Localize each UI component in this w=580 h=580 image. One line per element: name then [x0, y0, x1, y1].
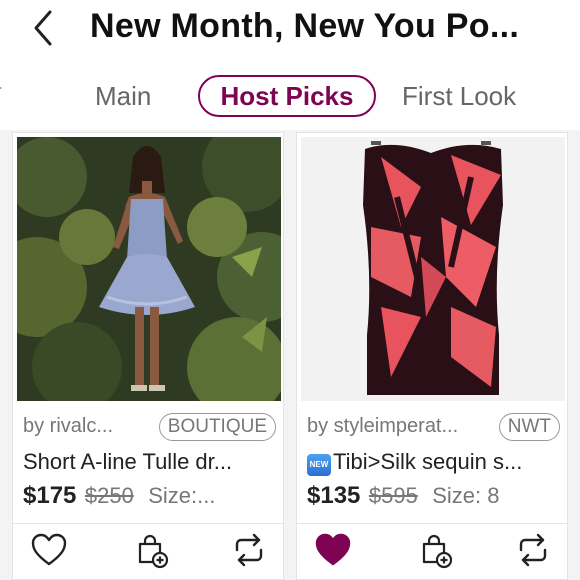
listing-card[interactable]: by rivalc... BOUTIQUE Short A-line Tulle…	[12, 132, 284, 580]
listing-card[interactable]: by styleimperat... NWT NEW Tibi>Silk sequ…	[296, 132, 568, 580]
heart-filled-icon	[315, 533, 351, 566]
price-row: $175 $250 Size:...	[23, 479, 216, 513]
tab-bar: T Main Host Picks First Look	[0, 62, 580, 130]
divider	[297, 523, 567, 524]
app-header: New Month, New You Po...	[0, 0, 580, 56]
share-icon	[235, 533, 263, 567]
share-icon	[519, 533, 547, 567]
share-button[interactable]	[227, 528, 271, 572]
dress-photo-image	[301, 137, 565, 401]
tab-main[interactable]: Main	[95, 75, 151, 117]
divider	[13, 523, 283, 524]
listing-title-text: Tibi>Silk sequin s...	[333, 449, 523, 474]
chevron-left-icon	[34, 10, 52, 46]
heart-icon	[31, 533, 67, 566]
original-price: $250	[84, 483, 134, 508]
back-button[interactable]	[26, 8, 60, 48]
add-to-bundle-button[interactable]	[413, 528, 457, 572]
listing-meta: by rivalc... BOUTIQUE	[23, 411, 278, 445]
listing-photo[interactable]	[17, 137, 281, 401]
dress-photo-image	[17, 137, 281, 401]
nwt-badge: NWT	[498, 413, 560, 441]
seller-name[interactable]: by styleimperat...	[307, 411, 458, 441]
tab-partial[interactable]: T	[0, 75, 2, 117]
add-to-bundle-button[interactable]	[129, 528, 173, 572]
listing-meta: by styleimperat... NWT	[307, 411, 562, 445]
tab-first-look[interactable]: First Look	[402, 75, 516, 117]
like-button[interactable]	[311, 528, 355, 572]
listing-photo[interactable]	[301, 137, 565, 401]
share-button[interactable]	[511, 528, 555, 572]
like-button[interactable]	[27, 528, 71, 572]
page-title: New Month, New You Po...	[90, 7, 520, 45]
seller-name[interactable]: by rivalc...	[23, 411, 113, 441]
boutique-badge: BOUTIQUE	[158, 413, 276, 441]
new-emoji-icon: NEW	[307, 454, 331, 476]
current-price: $135	[307, 482, 361, 509]
current-price: $175	[23, 482, 77, 509]
size-label: Size: 8	[432, 483, 500, 508]
listing-title[interactable]: Short A-line Tulle dr...	[23, 447, 232, 477]
bundle-icon	[138, 534, 169, 569]
price-row: $135 $595 Size: 8	[307, 479, 500, 513]
listing-title[interactable]: NEW Tibi>Silk sequin s...	[307, 447, 522, 477]
original-price: $595	[368, 483, 418, 508]
tab-host-picks[interactable]: Host Picks	[198, 75, 376, 117]
size-label: Size:...	[148, 483, 216, 508]
bundle-icon	[422, 534, 453, 569]
